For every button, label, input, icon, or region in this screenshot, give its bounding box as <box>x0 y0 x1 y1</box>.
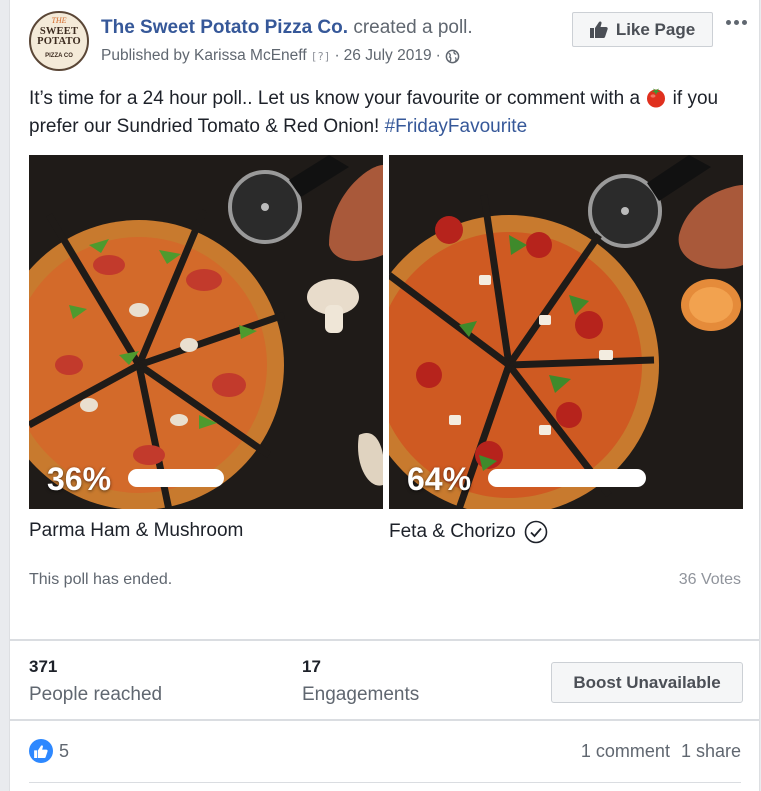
social-counts: 1 comment 1 share <box>581 741 741 762</box>
people-reached-label: People reached <box>29 684 163 705</box>
page-name-link[interactable]: The Sweet Potato Pizza Co. <box>101 17 348 38</box>
vote-count[interactable]: 36 Votes <box>679 571 741 589</box>
pizza-photo-ham-mushroom <box>29 155 383 509</box>
reaction-summary[interactable]: 5 <box>29 739 69 763</box>
thumbs-up-icon <box>589 21 608 38</box>
poll-option-1-percent: 36% <box>47 461 112 497</box>
avatar-logo-text: SWEET POTATO <box>31 26 87 47</box>
help-link[interactable]: [?] <box>311 50 331 63</box>
poll-option-1-bar <box>128 469 224 487</box>
post-body: It’s time for a 24 hour poll.. Let us kn… <box>29 85 749 141</box>
post-action-text: created a poll. <box>353 17 473 38</box>
share-count-link[interactable]: 1 share <box>681 741 741 762</box>
more-dot <box>733 19 739 25</box>
poll-option-2-bar <box>488 469 646 487</box>
avatar-the-text: THE <box>51 16 67 25</box>
pizza-photo-feta-chorizo <box>389 155 743 509</box>
divider-social <box>10 719 759 721</box>
post-card: THE SWEET POTATO PIZZA CO The Sweet Pota… <box>9 0 760 791</box>
tomato-icon <box>647 88 666 108</box>
meta-separator-2: · <box>435 47 441 64</box>
avatar-line2: POTATO <box>37 36 81 47</box>
more-dot <box>725 19 731 25</box>
boost-button[interactable]: Boost Unavailable <box>551 662 743 703</box>
like-reaction-icon <box>29 739 53 763</box>
meta-separator: · <box>334 47 340 64</box>
post-text-part1: It’s time for a 24 hour poll.. Let us kn… <box>29 88 641 109</box>
comment-count-link[interactable]: 1 comment <box>581 741 670 762</box>
more-options-button[interactable] <box>722 8 750 36</box>
poll-option-2-label[interactable]: Feta & Chorizo <box>389 520 548 544</box>
post-meta: Published by Karissa McEneff [?] · 26 Ju… <box>101 47 460 65</box>
globe-icon[interactable] <box>445 49 460 64</box>
poll-option-1-text: Parma Ham & Mushroom <box>29 520 244 541</box>
poll-status: This poll has ended. <box>29 571 173 588</box>
poll-option-2-image[interactable]: 64% <box>389 155 743 509</box>
poll-option-1-image[interactable]: 36% <box>29 155 383 509</box>
avatar-sub-text: PIZZA CO <box>45 53 73 59</box>
post-date[interactable]: 26 July 2019 <box>344 47 432 65</box>
published-by[interactable]: Published by Karissa McEneff <box>101 47 307 65</box>
like-page-label: Like Page <box>615 19 696 39</box>
page-avatar[interactable]: THE SWEET POTATO PIZZA CO <box>29 11 89 71</box>
post-header-title: The Sweet Potato Pizza Co. created a pol… <box>101 17 473 39</box>
divider-insights <box>10 639 759 641</box>
check-circle-icon <box>524 520 548 544</box>
like-page-button[interactable]: Like Page <box>572 12 713 47</box>
people-reached-value: 371 <box>29 657 58 676</box>
poll-option-2-percent: 64% <box>407 461 472 497</box>
more-dot <box>741 19 747 25</box>
reaction-count: 5 <box>59 740 70 761</box>
hashtag-link[interactable]: #FridayFavourite <box>385 116 528 137</box>
engagements-value: 17 <box>302 657 321 676</box>
poll-option-2-text: Feta & Chorizo <box>389 521 516 542</box>
engagements-label: Engagements <box>302 684 420 705</box>
bottom-divider <box>29 782 741 783</box>
poll-option-1-label[interactable]: Parma Ham & Mushroom <box>29 520 243 542</box>
